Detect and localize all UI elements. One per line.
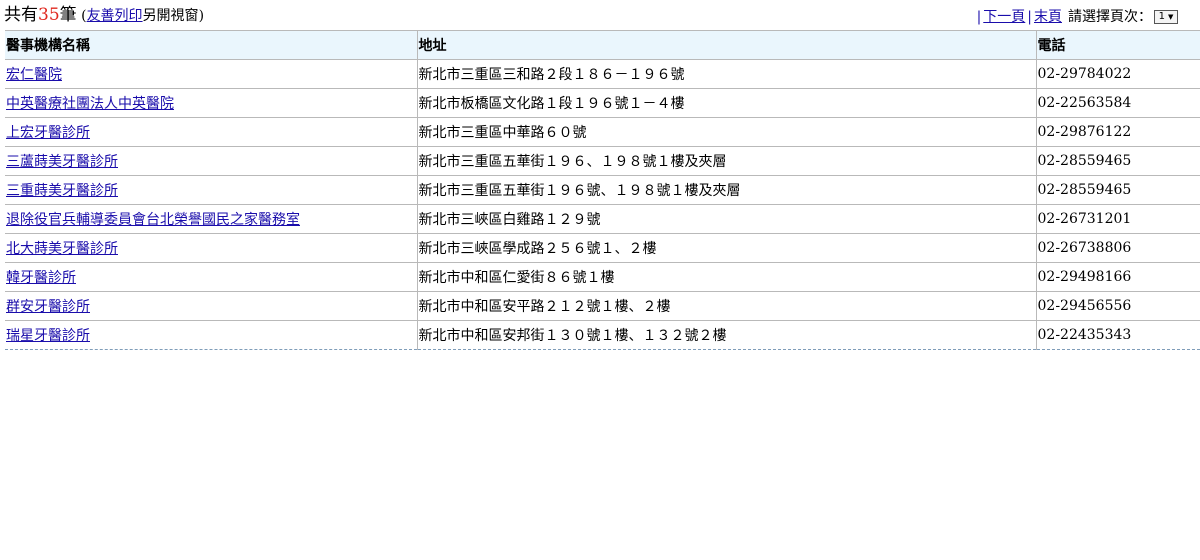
facility-name-cell: 北大蒔美牙醫診所 bbox=[5, 233, 417, 263]
new-window-note: 另開視窗 bbox=[142, 8, 199, 24]
phone-cell: 02-22563584 bbox=[1035, 88, 1200, 118]
results-table: 醫事機構名稱 地址 電話 宏仁醫院 新北市三重區三和路２段１８６－１９６號 02… bbox=[5, 30, 1200, 350]
table-row: 韓牙醫診所 新北市中和區仁愛街８６號１樓 02-29498166 bbox=[5, 262, 1200, 292]
column-header-address: 地址 bbox=[416, 30, 1036, 60]
facility-name-cell: 三重蒔美牙醫診所 bbox=[5, 175, 417, 205]
column-header-name: 醫事機構名稱 bbox=[5, 30, 417, 60]
page-select-value: 1 bbox=[1158, 11, 1165, 22]
phone-cell: 02-28559465 bbox=[1035, 146, 1200, 176]
table-row: 北大蒔美牙醫診所 新北市三峽區學成路２５６號１、２樓 02-26738806 bbox=[5, 233, 1200, 263]
address-cell: 新北市三重區五華街１９６、１９８號１樓及夾層 bbox=[416, 146, 1036, 176]
facility-name-link[interactable]: 群安牙醫診所 bbox=[6, 299, 90, 315]
table-row: 三蘆蒔美牙醫診所 新北市三重區五華街１９６、１９８號１樓及夾層 02-28559… bbox=[5, 146, 1200, 176]
facility-name-link[interactable]: 退除役官兵輔導委員會台北榮譽國民之家醫務室 bbox=[6, 212, 300, 228]
facility-name-cell: 瑞星牙醫診所 bbox=[5, 320, 417, 350]
count-prefix: 共有 bbox=[4, 5, 38, 25]
close-paren: ) bbox=[198, 8, 205, 24]
separator: | bbox=[976, 9, 982, 25]
phone-cell: 02-29876122 bbox=[1035, 117, 1200, 147]
facility-name-cell: 上宏牙醫診所 bbox=[5, 117, 417, 147]
table-row: 宏仁醫院 新北市三重區三和路２段１８６－１９６號 02-29784022 bbox=[5, 59, 1200, 89]
facility-name-link[interactable]: 三重蒔美牙醫診所 bbox=[6, 183, 118, 199]
chevron-down-icon: ▼ bbox=[1167, 13, 1174, 21]
address-cell: 新北市三峽區白雞路１２９號 bbox=[416, 204, 1036, 234]
page-select-label: 請選擇頁次： bbox=[1068, 9, 1152, 25]
phone-cell: 02-29498166 bbox=[1035, 262, 1200, 292]
facility-name-link[interactable]: 北大蒔美牙醫診所 bbox=[6, 241, 118, 257]
facility-name-link[interactable]: 上宏牙醫診所 bbox=[6, 125, 90, 141]
table-row: 中英醫療社團法人中英醫院 新北市板橋區文化路１段１９６號１－４樓 02-2256… bbox=[5, 88, 1200, 118]
result-count: 共有35筆 (友善列印另開視窗) bbox=[4, 5, 204, 26]
address-cell: 新北市中和區仁愛街８６號１樓 bbox=[416, 262, 1036, 292]
address-cell: 新北市三峽區學成路２５６號１、２樓 bbox=[416, 233, 1036, 263]
facility-name-link[interactable]: 瑞星牙醫診所 bbox=[6, 328, 90, 344]
facility-name-cell: 退除役官兵輔導委員會台北榮譽國民之家醫務室 bbox=[5, 204, 417, 234]
separator: | bbox=[1027, 9, 1032, 25]
facility-name-link[interactable]: 宏仁醫院 bbox=[6, 67, 62, 83]
phone-cell: 02-29784022 bbox=[1035, 59, 1200, 89]
count-unit: 筆 bbox=[59, 5, 77, 25]
column-header-phone: 電話 bbox=[1035, 30, 1200, 60]
table-header-row: 醫事機構名稱 地址 電話 bbox=[5, 30, 1200, 60]
page-select[interactable]: 1 ▼ bbox=[1154, 10, 1178, 24]
pagination: | 下一頁 | 末頁 請選擇頁次： 1 ▼ bbox=[975, 8, 1178, 26]
facility-name-link[interactable]: 韓牙醫診所 bbox=[6, 270, 76, 286]
facility-name-cell: 韓牙醫診所 bbox=[5, 262, 417, 292]
address-cell: 新北市中和區安平路２１２號１樓、２樓 bbox=[416, 291, 1036, 321]
table-row: 三重蒔美牙醫診所 新北市三重區五華街１９６號、１９８號１樓及夾層 02-2855… bbox=[5, 175, 1200, 205]
address-cell: 新北市三重區中華路６０號 bbox=[416, 117, 1036, 147]
address-cell: 新北市三重區三和路２段１８６－１９６號 bbox=[416, 59, 1036, 89]
next-page-link[interactable]: 下一頁 bbox=[983, 8, 1025, 26]
table-row: 瑞星牙醫診所 新北市中和區安邦街１３０號１樓、１３２號２樓 02-2243534… bbox=[5, 320, 1200, 350]
table-row: 上宏牙醫診所 新北市三重區中華路６０號 02-29876122 bbox=[5, 117, 1200, 147]
phone-cell: 02-28559465 bbox=[1035, 175, 1200, 205]
count-number: 35 bbox=[38, 5, 60, 25]
results-toolbar: 共有35筆 (友善列印另開視窗) | 下一頁 | 末頁 請選擇頁次： 1 ▼ bbox=[0, 0, 1200, 28]
facility-name-cell: 三蘆蒔美牙醫診所 bbox=[5, 146, 417, 176]
print-friendly-link[interactable]: 友善列印 bbox=[87, 8, 143, 24]
facility-name-cell: 宏仁醫院 bbox=[5, 59, 417, 89]
address-cell: 新北市三重區五華街１９６號、１９８號１樓及夾層 bbox=[416, 175, 1036, 205]
facility-name-cell: 群安牙醫診所 bbox=[5, 291, 417, 321]
facility-name-link[interactable]: 中英醫療社團法人中英醫院 bbox=[6, 96, 174, 112]
phone-cell: 02-26731201 bbox=[1035, 204, 1200, 234]
table-row: 群安牙醫診所 新北市中和區安平路２１２號１樓、２樓 02-29456556 bbox=[5, 291, 1200, 321]
last-page-link[interactable]: 末頁 bbox=[1034, 8, 1062, 26]
table-row: 退除役官兵輔導委員會台北榮譽國民之家醫務室 新北市三峽區白雞路１２９號 02-2… bbox=[5, 204, 1200, 234]
address-cell: 新北市板橋區文化路１段１９６號１－４樓 bbox=[416, 88, 1036, 118]
facility-name-cell: 中英醫療社團法人中英醫院 bbox=[5, 88, 417, 118]
phone-cell: 02-26738806 bbox=[1035, 233, 1200, 263]
facility-name-link[interactable]: 三蘆蒔美牙醫診所 bbox=[6, 154, 118, 170]
phone-cell: 02-29456556 bbox=[1035, 291, 1200, 321]
open-paren: ( bbox=[76, 8, 87, 24]
address-cell: 新北市中和區安邦街１３０號１樓、１３２號２樓 bbox=[416, 320, 1036, 350]
phone-cell: 02-22435343 bbox=[1035, 320, 1200, 350]
